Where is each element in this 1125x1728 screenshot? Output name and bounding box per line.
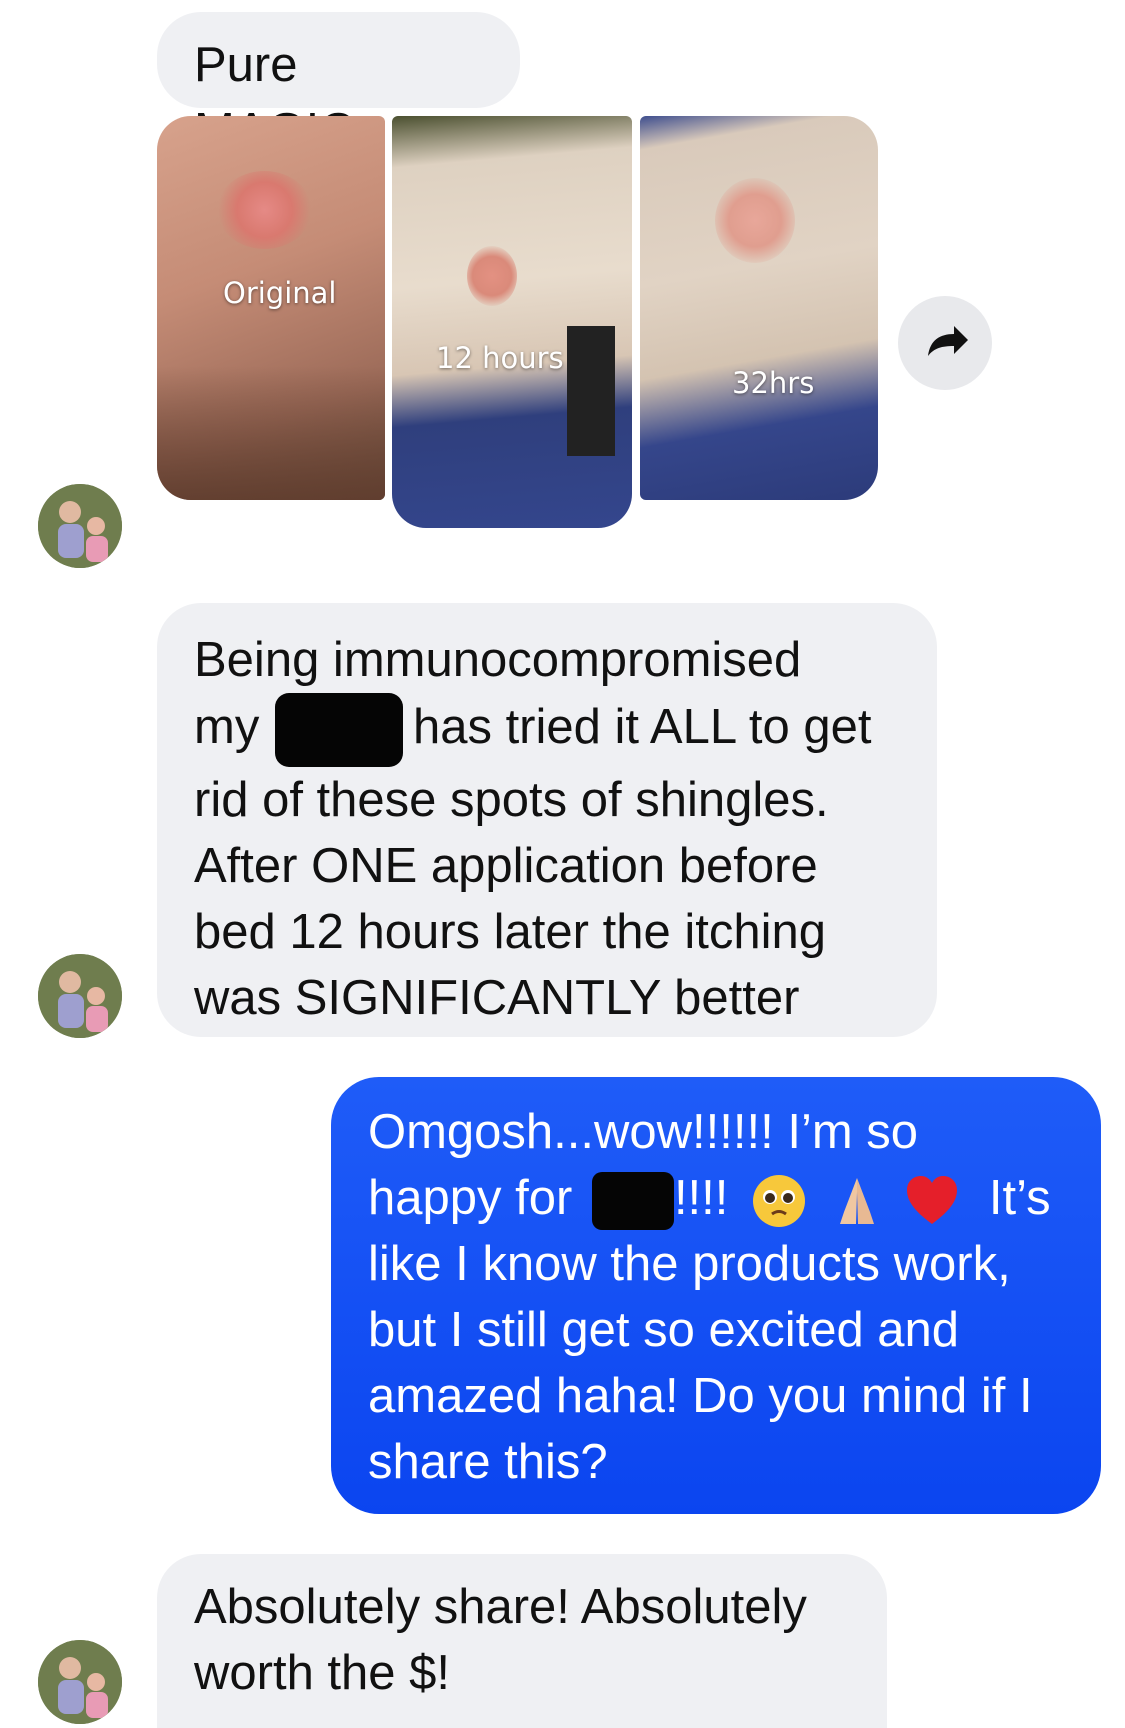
message-bubble-pure-magic[interactable]: Pure MAGIC. bbox=[157, 12, 520, 158]
message-line: amazed haha! Do you mind if I bbox=[368, 1369, 1033, 1423]
sender-avatar[interactable] bbox=[38, 484, 122, 568]
pleading-face-emoji bbox=[753, 1175, 806, 1228]
message-text: It’s bbox=[988, 1171, 1051, 1225]
message-line: After ONE application before bbox=[194, 839, 818, 893]
message-line: Being immunocompromised bbox=[194, 633, 802, 687]
message-line: Absolutely share! Absolutely bbox=[194, 1580, 807, 1634]
sender-avatar[interactable] bbox=[38, 1640, 122, 1724]
redacted-name bbox=[591, 1172, 674, 1231]
message-text: !!!! bbox=[673, 1171, 729, 1225]
dark-gap bbox=[567, 326, 615, 456]
red-heart-emoji bbox=[907, 1176, 958, 1225]
message-bubble-absolutely-share[interactable]: Absolutely share! Absolutely worth the $… bbox=[157, 1554, 887, 1728]
message-line: my has tried it ALL to get bbox=[194, 693, 900, 767]
photo-32hrs[interactable]: 32hrs bbox=[640, 116, 878, 500]
message-line: was SIGNIFICANTLY better bbox=[194, 971, 800, 1025]
message-text: has tried it ALL to get bbox=[412, 699, 872, 754]
avatar-photo bbox=[38, 484, 122, 568]
message-line: happy for !!!! It’s bbox=[368, 1165, 1066, 1231]
message-line: Omgosh...wow!!!!!! I’m so bbox=[368, 1105, 919, 1159]
avatar-photo bbox=[38, 954, 122, 1038]
photo-label-12-hours: 12 hours bbox=[436, 341, 564, 375]
message-text: my bbox=[194, 699, 260, 754]
share-arrow-icon bbox=[928, 326, 968, 356]
folded-hands-emoji bbox=[839, 1178, 874, 1225]
photo-12-hours[interactable]: 12 hours bbox=[392, 116, 632, 528]
message-line: bed 12 hours later the itching bbox=[194, 905, 826, 959]
avatar-photo bbox=[38, 1640, 122, 1724]
message-line: but I still get so excited and bbox=[368, 1303, 960, 1357]
share-button[interactable] bbox=[898, 296, 992, 390]
message-line: share this? bbox=[368, 1435, 608, 1489]
rash-spot bbox=[715, 178, 795, 263]
message-line: worth the $! bbox=[194, 1646, 451, 1700]
shadow-area bbox=[157, 366, 385, 500]
photo-label-original: Original bbox=[223, 276, 337, 310]
photo-label-32hrs: 32hrs bbox=[732, 366, 815, 400]
message-text: happy for bbox=[368, 1171, 573, 1225]
rash-spot bbox=[217, 171, 312, 249]
sender-avatar[interactable] bbox=[38, 954, 122, 1038]
photo-original[interactable]: Original bbox=[157, 116, 385, 500]
message-bubble-immunocompromised[interactable]: Being immunocompromised my has tried it … bbox=[157, 603, 937, 1037]
rash-spot bbox=[467, 246, 517, 306]
message-line: like I know the products work, bbox=[368, 1237, 1011, 1291]
message-bubble-omgosh[interactable]: Omgosh...wow!!!!!! I’m so happy for !!!!… bbox=[331, 1077, 1101, 1514]
message-line: rid of these spots of shingles. bbox=[194, 773, 829, 827]
redacted-name bbox=[274, 693, 403, 767]
